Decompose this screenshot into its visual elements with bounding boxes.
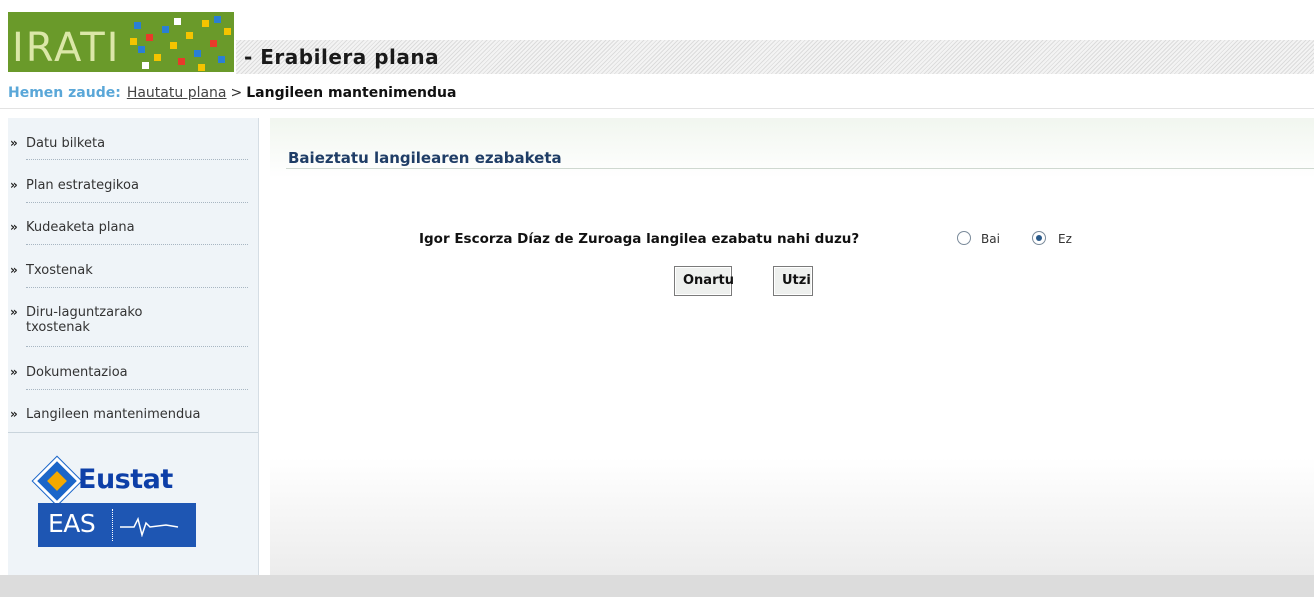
- sidebar-item-kudeaketa-plana[interactable]: » Kudeaketa plana: [10, 220, 248, 235]
- title-divider: [286, 168, 1314, 169]
- radio-bai[interactable]: [957, 231, 971, 245]
- eas-logo[interactable]: EAS: [38, 503, 196, 547]
- sidebar-divider: [8, 432, 258, 433]
- page-title: Baieztatu langilearen ezabaketa: [288, 149, 562, 167]
- sidebar-item-txostenak[interactable]: » Txostenak: [10, 263, 248, 278]
- sidebar-item-label: Datu bilketa: [26, 136, 106, 151]
- sidebar-item-langileen-mantenimendua[interactable]: » Langileen mantenimendua: [10, 407, 248, 422]
- double-chevron-icon: »: [10, 220, 18, 234]
- onartu-button[interactable]: Onartu: [674, 266, 734, 296]
- double-chevron-icon: »: [10, 136, 18, 150]
- logo-tiles: [126, 12, 234, 72]
- menu-divider: [26, 244, 248, 245]
- breadcrumb-link-hautatu-plana[interactable]: Hautatu plana: [127, 85, 227, 101]
- eustat-logo[interactable]: Eustat: [32, 456, 196, 506]
- header: IRATI - Erabilera plana: [0, 0, 1314, 74]
- sidebar-item-label: Diru-laguntzarako: [26, 305, 143, 320]
- sidebar-item-label: Kudeaketa plana: [26, 220, 135, 235]
- menu-divider: [26, 202, 248, 203]
- irati-logo: IRATI: [8, 12, 234, 72]
- breadcrumb: Hemen zaude: Hautatu plana > Langileen mant…: [8, 83, 456, 103]
- sidebar-item-label-line2: txostenak: [26, 320, 90, 335]
- sidebar-item-label: Plan estrategikoa: [26, 178, 139, 193]
- menu-divider: [26, 159, 248, 160]
- eustat-logo-text: Eustat: [78, 464, 173, 495]
- eustat-diamond-icon: [32, 456, 82, 506]
- breadcrumb-current: Langileen mantenimendua: [246, 85, 457, 101]
- sidebar-item-datu-bilketa[interactable]: » Datu bilketa: [10, 136, 248, 151]
- sidebar-item-plan-estrategikoa[interactable]: » Plan estrategikoa: [10, 178, 248, 193]
- app-title: - Erabilera plana: [244, 45, 440, 69]
- menu-divider: [26, 287, 248, 288]
- double-chevron-icon: »: [10, 178, 18, 192]
- sidebar-item-dokumentazioa[interactable]: » Dokumentazioa: [10, 365, 248, 380]
- sidebar-item-label: Txostenak: [26, 263, 93, 278]
- sidebar-item-label: Dokumentazioa: [26, 365, 128, 380]
- radio-bai-label: Bai: [981, 232, 1000, 246]
- confirm-question-row: Igor Escorza Díaz de Zuroaga langilea ez…: [270, 230, 1314, 250]
- radio-ez-label: Ez: [1058, 232, 1072, 246]
- logo-text: IRATI: [12, 25, 121, 71]
- radio-ez[interactable]: [1032, 231, 1046, 245]
- sidebar-item-label: Langileen mantenimendua: [26, 407, 201, 422]
- utzi-button[interactable]: Utzi: [773, 266, 813, 296]
- eas-logo-text: EAS: [48, 509, 96, 538]
- double-chevron-icon: »: [10, 407, 18, 421]
- double-chevron-icon: »: [10, 305, 18, 319]
- eas-divider: [112, 509, 113, 541]
- breadcrumb-separator: >: [230, 85, 243, 101]
- footer-bar: [0, 575, 1314, 597]
- heartbeat-icon: [120, 516, 179, 537]
- main-panel: Baieztatu langilearen ezabaketa Igor Esc…: [270, 118, 1314, 575]
- sidebar: » Datu bilketa » Plan estrategikoa » Kud…: [8, 118, 259, 575]
- sidebar-item-diru-laguntzarako-txostenak[interactable]: » Diru-laguntzarako txostenak: [10, 305, 248, 335]
- double-chevron-icon: »: [10, 365, 18, 379]
- double-chevron-icon: »: [10, 263, 18, 277]
- breadcrumb-divider: [0, 108, 1314, 109]
- confirm-question: Igor Escorza Díaz de Zuroaga langilea ez…: [419, 231, 860, 247]
- menu-divider: [26, 346, 248, 347]
- menu-divider: [26, 389, 248, 390]
- breadcrumb-prefix: Hemen zaude:: [8, 85, 121, 101]
